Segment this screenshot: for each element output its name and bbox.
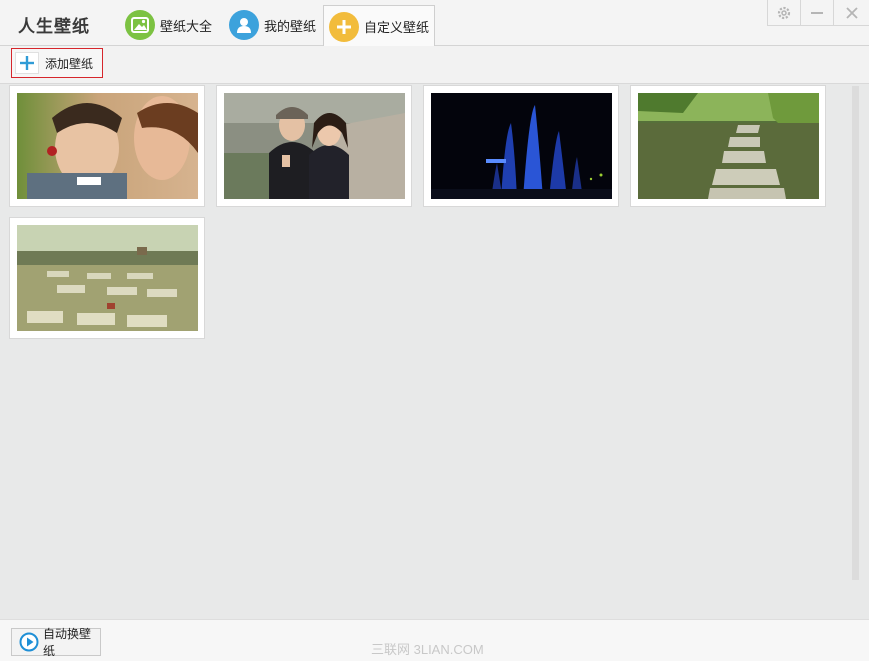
watermark: 三联网 3LIAN.COM bbox=[371, 642, 484, 657]
close-icon bbox=[845, 6, 858, 19]
wallpaper-thumbnail[interactable] bbox=[630, 85, 826, 207]
add-wallpaper-label: 添加壁纸 bbox=[45, 56, 94, 71]
minimize-button[interactable] bbox=[800, 0, 833, 26]
tab-label: 我的壁纸 bbox=[264, 19, 317, 35]
minimize-icon bbox=[811, 11, 823, 14]
tab-wallpaper-gallery[interactable]: 壁纸大全 bbox=[120, 4, 220, 46]
picture-icon bbox=[125, 10, 155, 40]
couple-peace-sign-image bbox=[224, 93, 405, 199]
gear-icon bbox=[777, 6, 791, 19]
app-title: 人生壁纸 bbox=[18, 17, 90, 37]
wedding-couple-image bbox=[17, 93, 198, 199]
user-icon bbox=[229, 10, 259, 40]
add-icon bbox=[15, 52, 39, 74]
tab-custom-wallpapers[interactable]: 自定义壁纸 bbox=[323, 5, 435, 47]
toolbar: 添加壁纸 bbox=[0, 46, 869, 84]
stepping-stones-pond-image bbox=[638, 93, 819, 199]
close-button[interactable] bbox=[833, 0, 869, 26]
vertical-scrollbar[interactable] bbox=[852, 86, 859, 580]
wallpaper-thumbnail[interactable] bbox=[423, 85, 619, 207]
settings-button[interactable] bbox=[767, 0, 800, 26]
tab-label: 壁纸大全 bbox=[160, 19, 213, 35]
blue-fountain-night-image bbox=[431, 93, 612, 199]
wallpaper-thumbnail[interactable] bbox=[216, 85, 412, 207]
auto-change-label: 自动换壁纸 bbox=[43, 627, 92, 658]
field-stone-path-image bbox=[17, 225, 198, 331]
bottom-bar: 自动换壁纸 三联网 3LIAN.COM bbox=[0, 619, 869, 661]
tab-label: 自定义壁纸 bbox=[364, 21, 430, 36]
plus-icon bbox=[329, 11, 359, 42]
wallpaper-thumbnail[interactable] bbox=[9, 217, 205, 339]
add-wallpaper-button[interactable]: 添加壁纸 bbox=[11, 48, 103, 78]
auto-change-wallpaper-button[interactable]: 自动换壁纸 bbox=[11, 627, 101, 658]
tab-my-wallpapers[interactable]: 我的壁纸 bbox=[224, 4, 319, 46]
wallpaper-thumbnail[interactable] bbox=[9, 85, 205, 207]
title-bar: 人生壁纸 壁纸大全 我的壁纸 自定义壁纸 bbox=[0, 0, 869, 47]
play-icon bbox=[19, 632, 39, 652]
